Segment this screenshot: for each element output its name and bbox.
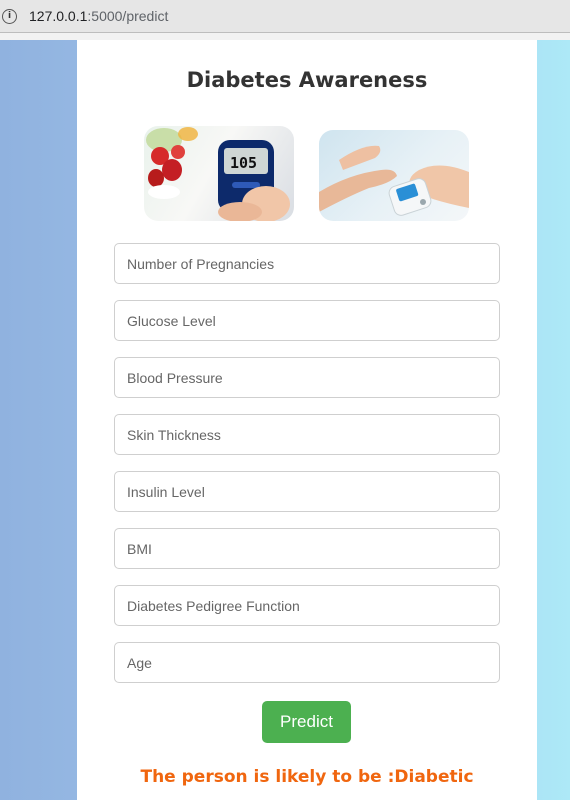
- skin-thickness-input[interactable]: [114, 414, 500, 455]
- prediction-result: The person is likely to be :Diabetic: [140, 767, 474, 787]
- age-input[interactable]: [114, 642, 500, 683]
- info-icon[interactable]: i: [2, 8, 17, 24]
- url-text[interactable]: 127.0.0.1:5000/predict: [29, 8, 168, 24]
- glucose-meter-with-fruit-image: 105: [144, 126, 294, 221]
- browser-divider: [0, 33, 570, 40]
- finger-prick-glucose-test-image: [319, 130, 469, 221]
- url-host: 127.0.0.1: [29, 8, 88, 24]
- bmi-input[interactable]: [114, 528, 500, 569]
- form-card: Diabetes Awareness 105 Number of Pregnan…: [77, 40, 537, 800]
- blood-pressure-input[interactable]: [114, 357, 500, 398]
- glucose-input[interactable]: [114, 300, 500, 341]
- page-title: Diabetes Awareness: [186, 68, 428, 92]
- browser-address-bar[interactable]: i 127.0.0.1:5000/predict: [0, 0, 570, 33]
- pedigree-function-input[interactable]: [114, 585, 500, 626]
- meter-reading: 105: [230, 154, 257, 172]
- pregnancies-input[interactable]: [114, 243, 500, 284]
- url-path: :5000/predict: [87, 8, 169, 24]
- insulin-input[interactable]: [114, 471, 500, 512]
- predict-button[interactable]: Predict: [262, 701, 351, 743]
